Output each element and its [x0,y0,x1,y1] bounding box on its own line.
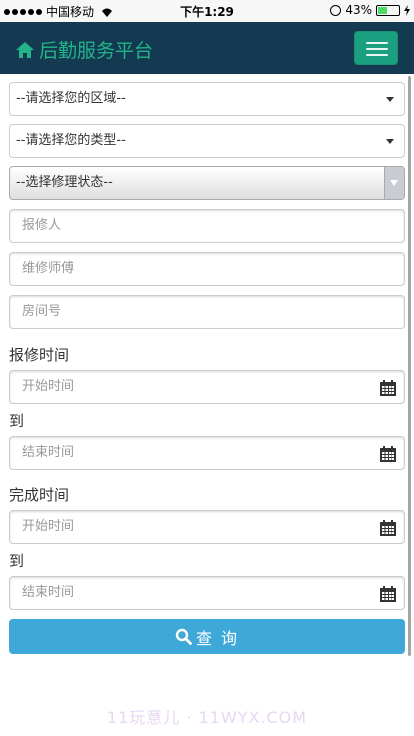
calendar-icon[interactable] [380,446,396,462]
technician-input[interactable]: 维修师傅 [9,252,405,286]
report-start-date-input[interactable]: 开始时间 [9,370,405,404]
report-end-date-input[interactable]: 结束时间 [9,436,405,470]
complete-start-date-input[interactable]: 开始时间 [9,510,405,544]
chevron-down-icon [386,97,394,102]
calendar-icon[interactable] [380,380,396,396]
brand[interactable]: 后勤服务平台 [15,36,153,63]
complete-end-date-input[interactable]: 结束时间 [9,576,405,610]
hamburger-bar [366,54,388,56]
status-select[interactable]: --选择修理状态-- [9,166,405,200]
complete-start-placeholder: 开始时间 [22,519,75,534]
rotation-lock-icon [330,4,342,16]
scrollbar[interactable] [408,76,411,656]
chevron-down-icon [386,139,394,144]
area-select[interactable]: --请选择您的区域-- [9,82,405,116]
charging-icon [404,4,410,16]
search-icon [175,628,192,645]
room-number-placeholder: 房间号 [22,304,62,319]
complete-time-label: 完成时间 [9,486,70,504]
hamburger-bar [366,48,388,50]
menu-toggle-button[interactable] [354,31,398,65]
hamburger-bar [366,42,388,44]
complete-to-label: 到 [9,552,25,570]
chevron-down-icon [390,180,398,186]
room-number-input[interactable]: 房间号 [9,295,405,329]
battery-icon [376,4,400,16]
report-start-placeholder: 开始时间 [22,379,75,394]
calendar-icon[interactable] [380,520,396,536]
complete-end-placeholder: 结束时间 [22,585,75,600]
brand-title: 后勤服务平台 [39,40,154,62]
status-bar: 中国移动 下午1:29 43% [0,0,414,22]
navbar: 后勤服务平台 [0,22,414,74]
report-end-placeholder: 结束时间 [22,445,75,460]
calendar-icon[interactable] [380,586,396,602]
technician-placeholder: 维修师傅 [22,261,75,276]
reporter-placeholder: 报修人 [22,218,62,233]
status-right: 43% [330,3,410,17]
watermark: 11玩意儿 · 11WYX.COM [106,708,308,727]
query-button-label: 查 询 [195,628,240,648]
battery-percent: 43% [345,3,372,17]
home-icon [16,41,34,58]
area-select-value: --请选择您的区域-- [16,91,126,106]
query-button[interactable]: 查 询 [9,619,405,654]
type-select-value: --请选择您的类型-- [16,133,126,148]
type-select[interactable]: --请选择您的类型-- [9,124,405,158]
report-to-label: 到 [9,412,25,430]
status-select-arrow [384,167,404,199]
status-select-value: --选择修理状态-- [16,175,113,190]
reporter-input[interactable]: 报修人 [9,209,405,243]
report-time-label: 报修时间 [9,346,70,364]
